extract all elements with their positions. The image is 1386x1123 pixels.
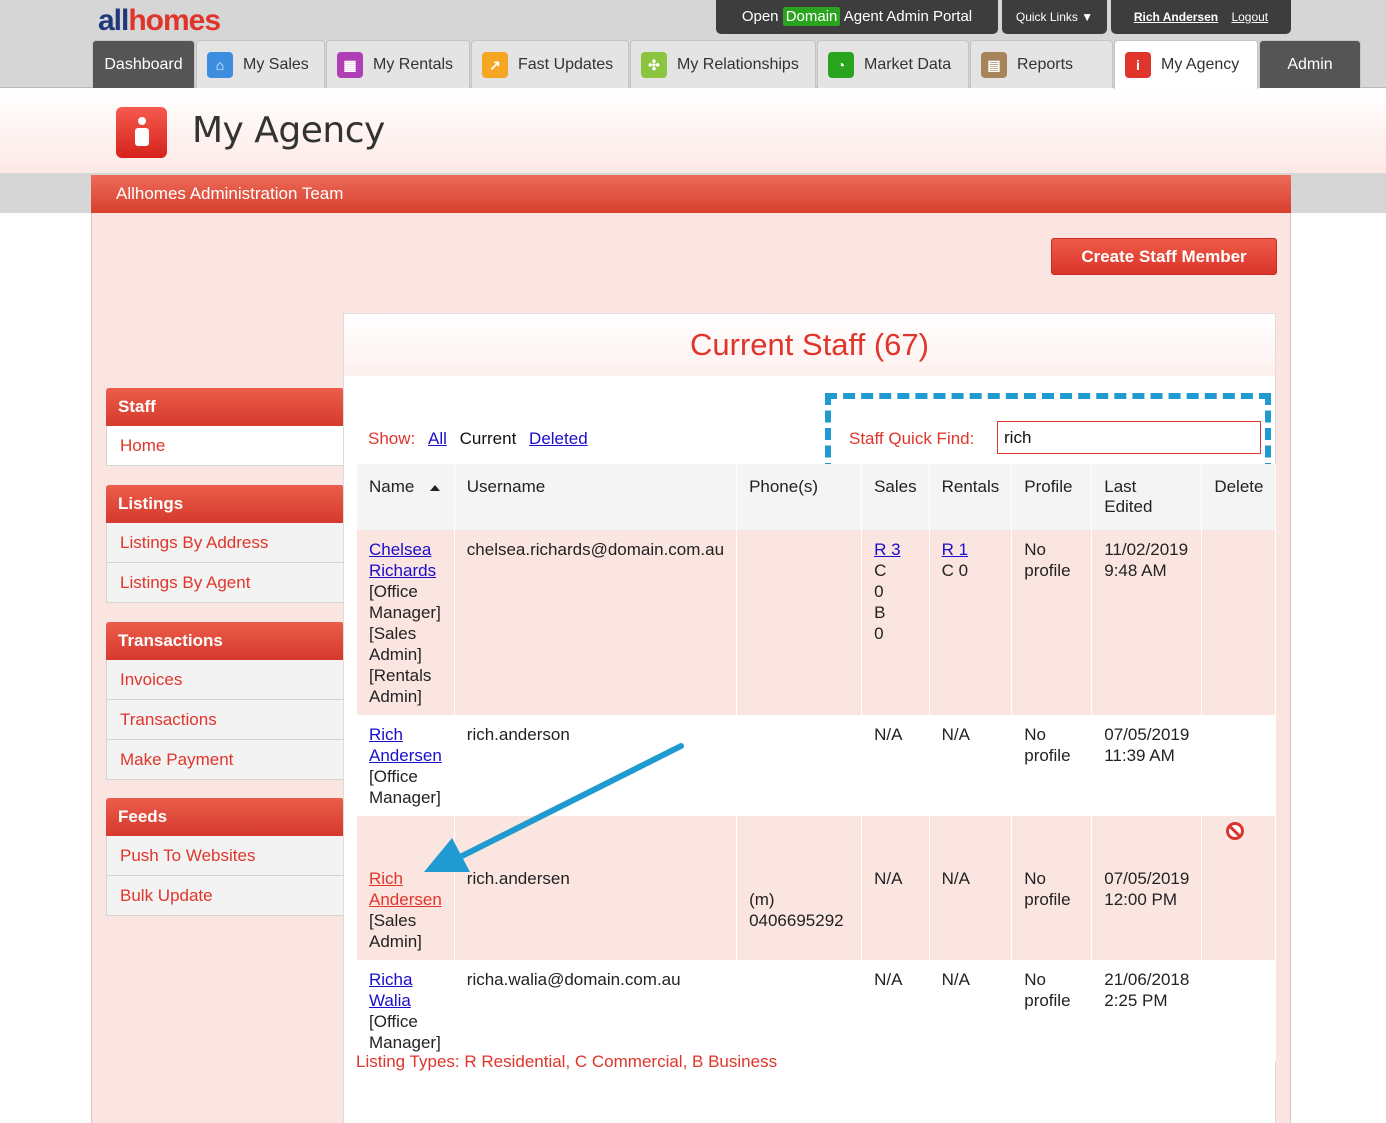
current-staff-title: Current Staff (67)	[690, 327, 929, 362]
staff-profile: No profile	[1024, 725, 1071, 765]
tab-dashboard[interactable]: Dashboard	[92, 40, 195, 88]
quick-find-label: Staff Quick Find:	[849, 429, 975, 448]
delete-cell	[1201, 530, 1277, 715]
allhomes-logo[interactable]: allhomes	[98, 4, 221, 38]
staff-rentals: N/A	[929, 960, 1013, 1061]
sidebar-heading-staff: Staff	[106, 388, 344, 426]
staff-phone	[736, 715, 863, 816]
rentals-listings-link[interactable]: R 1	[942, 540, 968, 559]
staff-sales: N/A	[861, 715, 930, 816]
table-row: Rich Andersen [Sales Admin] rich.andersen…	[357, 816, 1277, 960]
staff-username: rich.andersen	[454, 816, 738, 960]
column-header-rentals: Rentals	[929, 464, 1013, 530]
staff-username: richa.walia@domain.com.au	[454, 960, 738, 1061]
staff-table: Name Username Phone(s) Sales Rentals Pro…	[357, 464, 1277, 1061]
rentals-counts: C 0	[941, 561, 969, 580]
lightning-icon: ↗	[482, 51, 508, 78]
sales-counts: C 0 B 0	[874, 561, 887, 643]
building-icon: ▦	[337, 51, 363, 78]
show-current-label: Current	[459, 429, 517, 448]
column-header-profile: Profile	[1011, 464, 1093, 530]
sidebar-heading-transactions: Transactions	[106, 622, 344, 660]
agent-admin-portal-link[interactable]: Open Domain Agent Admin Portal	[716, 0, 998, 34]
column-header-sales: Sales	[861, 464, 930, 530]
user-box: Rich Andersen Logout	[1111, 0, 1291, 34]
staff-quick-find-input[interactable]	[997, 421, 1261, 454]
column-header-name[interactable]: Name	[357, 464, 455, 530]
tab-reports[interactable]: ▤ Reports	[970, 40, 1113, 88]
sidebar-item-listings-by-agent[interactable]: Listings By Agent	[106, 563, 344, 603]
staff-name-link[interactable]: Chelsea Richards	[369, 540, 436, 580]
staff-username: chelsea.richards@domain.com.au	[454, 530, 738, 715]
tab-my-rentals[interactable]: ▦ My Rentals	[326, 40, 470, 88]
delete-cell	[1201, 715, 1277, 816]
staff-sales: N/A	[861, 816, 930, 960]
show-deleted-link[interactable]: Deleted	[529, 429, 588, 448]
staff-profile: No profile	[1024, 540, 1071, 580]
staff-sales: N/A	[861, 960, 930, 1061]
staff-roles: [Office Manager]	[369, 767, 441, 807]
staff-phone	[736, 960, 863, 1061]
column-header-last-edited: Last Edited	[1091, 464, 1203, 530]
tab-my-sales[interactable]: ⌂ My Sales	[196, 40, 325, 88]
clipboard-icon: ▤	[981, 51, 1007, 78]
sidebar-item-invoices[interactable]: Invoices	[106, 660, 344, 700]
table-row: Richa Walia [Office Manager] richa.walia@…	[357, 960, 1277, 1061]
staff-profile: No profile	[1024, 970, 1071, 1010]
page-title: My Agency	[192, 110, 385, 151]
staff-name-link[interactable]: Rich Andersen	[369, 725, 442, 765]
sidebar-item-bulk-update[interactable]: Bulk Update	[106, 876, 344, 916]
listing-types-legend: Listing Types: R Residential, C Commerci…	[356, 1052, 778, 1071]
staff-rentals: N/A	[929, 816, 1013, 960]
staff-name-link[interactable]: Richa Walia	[369, 970, 412, 1010]
show-all-link[interactable]: All	[428, 429, 447, 448]
staff-username: rich.anderson	[454, 715, 738, 816]
sidebar-heading-feeds: Feeds	[106, 798, 344, 836]
tab-market-data[interactable]: ◔ Market Data	[817, 40, 969, 88]
sidebar-item-listings-by-address[interactable]: Listings By Address	[106, 523, 344, 563]
team-name-bar: Allhomes Administration Team	[91, 175, 1291, 213]
show-filter: Show: All Current Deleted	[368, 429, 588, 448]
tab-my-agency[interactable]: i My Agency	[1114, 40, 1258, 89]
column-header-phones: Phone(s)	[736, 464, 863, 530]
tab-admin[interactable]: Admin	[1259, 40, 1361, 88]
column-header-username: Username	[454, 464, 738, 530]
agency-icon: i	[1125, 52, 1151, 78]
tab-my-relationships[interactable]: ✣ My Relationships	[630, 40, 816, 88]
staff-rentals: N/A	[929, 715, 1013, 816]
staff-phone	[736, 530, 863, 715]
tab-fast-updates[interactable]: ↗ Fast Updates	[471, 40, 629, 88]
table-row: Rich Andersen [Office Manager] rich.ander…	[357, 715, 1277, 816]
staff-name-link[interactable]: Rich Andersen	[369, 869, 442, 909]
sidebar-item-push-to-websites[interactable]: Push To Websites	[106, 836, 344, 876]
staff-roles: [Office Manager]	[369, 1012, 441, 1052]
network-icon: ✣	[641, 51, 667, 78]
table-row: Chelsea Richards [Office Manager] [Sales …	[357, 530, 1277, 715]
sales-listings-link[interactable]: R 3	[874, 540, 900, 559]
my-agency-icon	[116, 107, 167, 158]
logout-link[interactable]: Logout	[1231, 10, 1268, 24]
quick-links-dropdown[interactable]: Quick Links ▼	[1002, 0, 1107, 34]
sidebar-item-home[interactable]: Home	[106, 426, 344, 466]
domain-badge: Domain	[782, 7, 841, 26]
sidebar-heading-listings: Listings	[106, 485, 344, 523]
staff-profile: No profile	[1024, 869, 1071, 909]
create-staff-member-button[interactable]: Create Staff Member	[1051, 238, 1277, 275]
user-name-link[interactable]: Rich Andersen	[1134, 10, 1218, 24]
pie-chart-icon: ◔	[828, 51, 854, 78]
sort-ascending-icon	[430, 484, 441, 491]
house-icon: ⌂	[207, 51, 233, 78]
sidebar-item-transactions[interactable]: Transactions	[106, 700, 344, 740]
table-header-row: Name Username Phone(s) Sales Rentals Pro…	[357, 464, 1277, 530]
staff-roles: [Office Manager] [Sales Admin] [Rentals …	[369, 582, 441, 706]
delete-icon[interactable]	[1226, 822, 1245, 840]
sidebar-item-make-payment[interactable]: Make Payment	[106, 740, 344, 780]
staff-phone: (m) 0406695292	[749, 890, 844, 930]
column-header-delete: Delete	[1201, 464, 1277, 530]
delete-cell	[1201, 960, 1277, 1061]
staff-roles: [Sales Admin]	[369, 911, 422, 951]
